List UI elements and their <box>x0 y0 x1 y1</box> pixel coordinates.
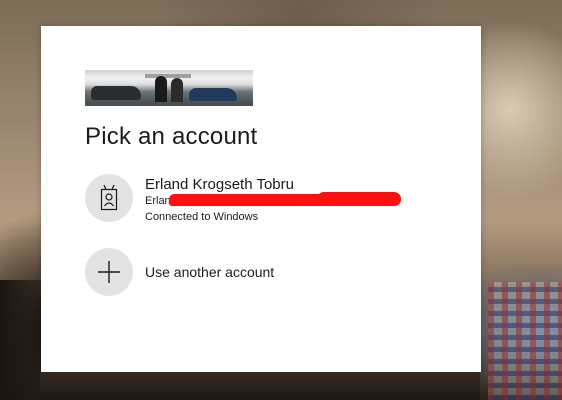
avatar <box>85 174 133 222</box>
id-badge-icon <box>100 184 118 211</box>
account-item[interactable]: Erland Krogseth Tobru Erland.@ Connected… <box>85 174 465 230</box>
company-banner-image <box>85 70 253 106</box>
use-another-account-button[interactable]: Use another account <box>85 248 385 296</box>
account-name: Erland Krogseth Tobru <box>145 176 294 193</box>
dialog-title: Pick an account <box>85 123 258 150</box>
use-another-account-label: Use another account <box>145 264 275 280</box>
account-status: Connected to Windows <box>145 211 259 223</box>
pick-account-dialog: Pick an account Erland Krogseth Tobru Er… <box>41 26 481 372</box>
plus-icon <box>98 261 120 283</box>
plus-circle <box>85 248 133 296</box>
background-photo-shirt <box>488 282 562 400</box>
email-redaction-mark <box>317 192 401 206</box>
background-photo-hair <box>40 372 480 400</box>
